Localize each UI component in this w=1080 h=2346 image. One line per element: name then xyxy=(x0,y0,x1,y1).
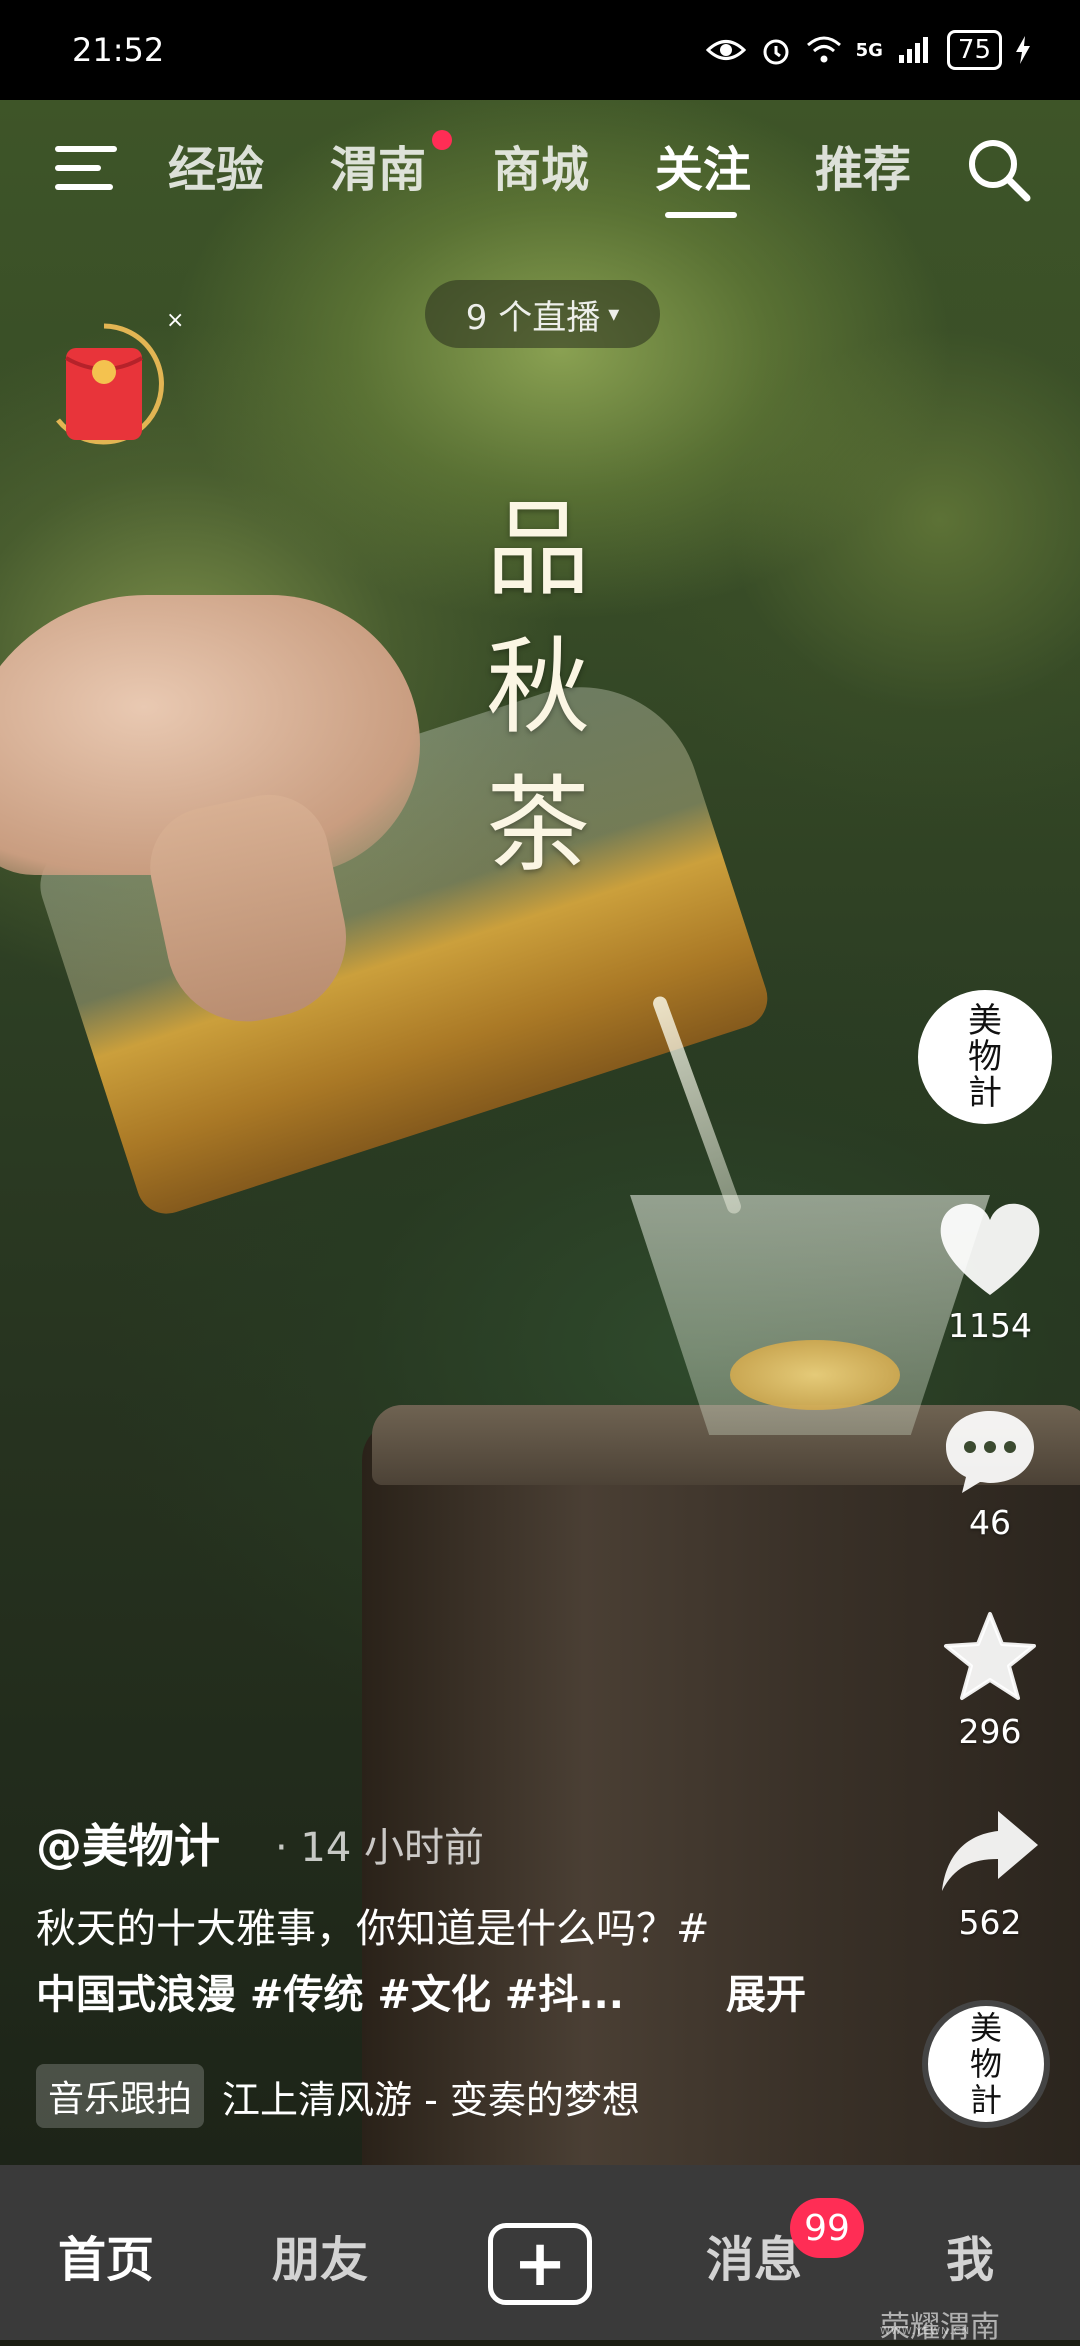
overlay-title-char: 茶 xyxy=(485,764,590,886)
music-row[interactable]: 音乐跟拍 江上清风游 - 变奏的梦想 xyxy=(36,2064,640,2128)
caption-line-2: 中国式浪漫 #传统 #文化 #抖... xyxy=(36,1972,624,2018)
battery-level: 75 xyxy=(946,30,1002,70)
music-album-disc[interactable]: 美物計 xyxy=(922,2000,1050,2128)
top-nav: 经验 渭南 商城 关注 推荐 xyxy=(0,130,1080,218)
like-count: 1154 xyxy=(948,1306,1032,1345)
close-icon[interactable]: × xyxy=(166,308,184,333)
tab-jingyan[interactable]: 经验 xyxy=(168,130,264,200)
status-bar: 21:52 5G 75 xyxy=(0,0,1080,100)
charging-icon xyxy=(1016,36,1030,64)
avatar-text: 美物計 xyxy=(968,1001,1002,1113)
nav-home[interactable]: 首页 xyxy=(58,2220,154,2290)
tab-tuijian[interactable]: 推荐 xyxy=(815,130,911,200)
live-count-pill[interactable]: 9 个直播 ▾ xyxy=(425,280,660,348)
eye-icon xyxy=(705,40,746,60)
status-time: 21:52 xyxy=(72,31,165,69)
share-icon xyxy=(942,1811,1038,1891)
watermark-url: WWW.YEWN.CN xyxy=(880,2326,971,2337)
video-caption[interactable]: 秋天的十大雅事，你知道是什么吗？# 中国式浪漫 #传统 #文化 #抖... 展开 xyxy=(36,1896,806,2028)
caret-down-icon: ▾ xyxy=(608,301,620,327)
live-count-label: 9 个直播 xyxy=(465,297,601,338)
comment-count: 46 xyxy=(969,1503,1011,1542)
menu-icon[interactable] xyxy=(55,142,117,194)
create-button[interactable]: + xyxy=(488,2223,592,2305)
notification-dot xyxy=(432,130,452,150)
red-packet-icon xyxy=(56,323,164,445)
caption-line-1: 秋天的十大雅事，你知道是什么吗？# xyxy=(36,1906,710,1952)
tea-in-cup xyxy=(730,1340,900,1410)
nav-friends[interactable]: 朋友 xyxy=(272,2220,368,2290)
post-time: · 14 小时前 xyxy=(275,1825,485,1871)
wifi-icon xyxy=(806,36,841,63)
overlay-title: 品 秋 茶 xyxy=(468,480,608,894)
plus-icon: + xyxy=(513,2227,567,2301)
like-action[interactable]: 1154 xyxy=(930,1200,1050,1345)
red-packet-widget[interactable]: × xyxy=(38,308,184,450)
status-icons: 5G 75 xyxy=(705,30,1030,70)
share-count: 562 xyxy=(958,1903,1022,1942)
alarm-icon xyxy=(763,39,789,65)
tab-weinan[interactable]: 渭南 xyxy=(330,130,426,200)
favorite-count: 296 xyxy=(958,1712,1022,1751)
active-tab-indicator xyxy=(665,212,737,218)
message-badge: 99 xyxy=(790,2198,864,2258)
share-action[interactable]: 562 xyxy=(930,1805,1050,1942)
tab-shangcheng[interactable]: 商城 xyxy=(493,130,589,200)
tab-guanzhu[interactable]: 关注 xyxy=(655,130,751,200)
author-name[interactable]: @美物计 xyxy=(36,1810,220,1876)
signal-icon xyxy=(898,37,928,63)
heart-icon xyxy=(940,1203,1040,1295)
music-tag[interactable]: 音乐跟拍 xyxy=(36,2064,205,2128)
overlay-title-char: 秋 xyxy=(485,626,590,748)
expand-button[interactable]: 展开 xyxy=(726,1962,806,2028)
nav-me[interactable]: 我 xyxy=(946,2220,994,2290)
favorite-action[interactable]: 296 xyxy=(930,1610,1050,1751)
author-avatar[interactable]: 美物計 xyxy=(918,990,1052,1124)
album-text: 美物計 xyxy=(969,2009,1002,2119)
star-icon xyxy=(944,1612,1036,1700)
overlay-title-char: 品 xyxy=(485,488,590,610)
nav-messages[interactable]: 消息 xyxy=(706,2220,802,2290)
comment-icon xyxy=(946,1411,1034,1493)
music-title: 江上清风游 - 变奏的梦想 xyxy=(222,2077,640,2122)
network-label: 5G xyxy=(855,39,883,61)
watermark-logo: 荣耀渭南 xyxy=(880,2310,1000,2345)
comment-action[interactable]: 46 xyxy=(930,1405,1050,1542)
search-icon[interactable] xyxy=(965,136,1031,202)
